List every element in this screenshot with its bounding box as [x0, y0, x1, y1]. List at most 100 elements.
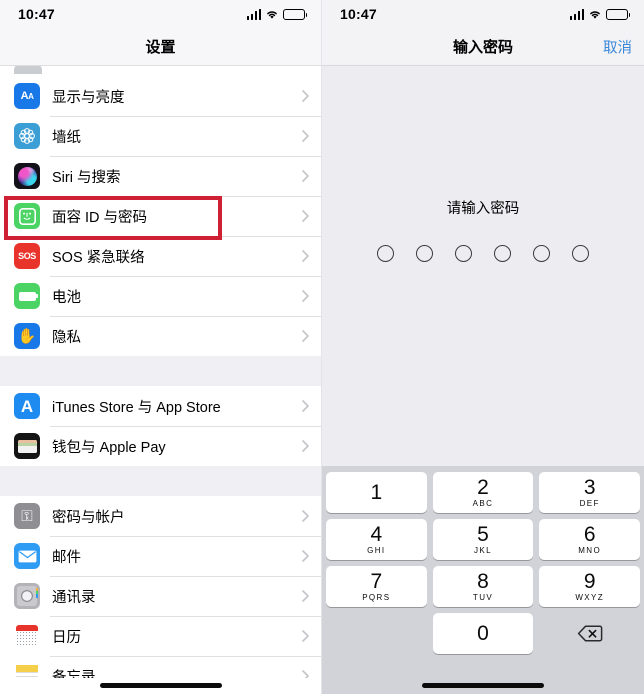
- sidebar-item-display-brightness[interactable]: AA 显示与亮度: [0, 76, 321, 116]
- sidebar-item-mail[interactable]: 邮件: [0, 536, 321, 576]
- group-divider: [0, 466, 321, 496]
- key-4[interactable]: 4 GHI: [326, 519, 427, 560]
- settings-list[interactable]: AA 显示与亮度 墙纸 Siri 与搜索 面容 ID 与密码 SOS SOS 紧…: [0, 66, 321, 694]
- chevron-right-icon: [302, 170, 309, 182]
- group-divider: [0, 356, 321, 386]
- siri-icon: [14, 163, 40, 189]
- chevron-right-icon: [302, 250, 309, 262]
- contacts-icon: [14, 583, 40, 609]
- key-letters: PQRS: [362, 593, 391, 602]
- battery-settings-icon: [14, 283, 40, 309]
- sidebar-item-label: 墙纸: [52, 129, 81, 146]
- passcode-dot: [377, 245, 394, 262]
- sidebar-item-passwords-accounts[interactable]: ⚿ 密码与帐户: [0, 496, 321, 536]
- chevron-right-icon: [302, 590, 309, 602]
- sidebar-item-label: 通讯录: [52, 589, 96, 606]
- dual-screenshot-container: 10:47 设置 A A 显示与亮度 墙纸 Siri 与搜索 面容 ID 与密码…: [0, 0, 644, 694]
- sidebar-item-label: 邮件: [52, 549, 81, 566]
- key-8[interactable]: 8 TUV: [432, 566, 534, 607]
- sidebar-item-emergency-sos[interactable]: SOS SOS 紧急联络: [0, 236, 321, 276]
- sidebar-item-label: Siri 与搜索: [52, 169, 121, 186]
- key-5[interactable]: 5 JKL: [432, 519, 534, 560]
- status-bar-indicators: [246, 8, 308, 20]
- sidebar-item-privacy[interactable]: ✋ 隐私: [0, 316, 321, 356]
- key-number: 1: [370, 481, 383, 504]
- passcode-dot: [455, 245, 472, 262]
- sidebar-item-label: 显示与亮度: [52, 89, 125, 106]
- key-number: 8: [477, 570, 489, 593]
- passcode-dot: [494, 245, 511, 262]
- sidebar-item-calendar[interactable]: 日历: [0, 616, 321, 656]
- wallpaper-icon: [14, 123, 40, 149]
- sidebar-item-face-id-passcode[interactable]: 面容 ID 与密码: [0, 196, 321, 236]
- keypad-row: 0: [326, 613, 640, 654]
- key-number: 9: [583, 570, 596, 593]
- key-number: 5: [477, 523, 489, 546]
- passcode-dot: [572, 245, 589, 262]
- sidebar-item-contacts[interactable]: 通讯录: [0, 576, 321, 616]
- settings-group-1: AA 显示与亮度 墙纸 Siri 与搜索 面容 ID 与密码 SOS SOS 紧…: [0, 76, 321, 356]
- sidebar-item-label: 电池: [52, 289, 81, 306]
- settings-group-2: A iTunes Store 与 App Store 钱包与 Apple Pay: [0, 386, 321, 466]
- status-bar-time: 10:47: [340, 6, 377, 22]
- sidebar-item-label: SOS 紧急联络: [52, 249, 145, 266]
- key-9[interactable]: 9 WXYZ: [539, 566, 641, 607]
- sidebar-item-label: 密码与帐户: [52, 509, 125, 526]
- chevron-right-icon: [302, 130, 309, 142]
- sidebar-item-label: 面容 ID 与密码: [52, 209, 148, 226]
- key-7[interactable]: 7 PQRS: [326, 566, 427, 607]
- keypad-blank-slot: [326, 613, 427, 654]
- sidebar-item-wallet-apple-pay[interactable]: 钱包与 Apple Pay: [0, 426, 321, 466]
- cancel-button[interactable]: 取消: [603, 36, 632, 57]
- chevron-right-icon: [302, 210, 309, 222]
- face-id-icon: [14, 203, 40, 229]
- chevron-right-icon: [302, 510, 309, 522]
- calendar-icon: [14, 623, 40, 649]
- settings-navbar: 设置: [0, 28, 321, 66]
- key-number: 3: [583, 476, 596, 499]
- status-bar-time: 10:47: [18, 6, 55, 22]
- sidebar-item-wallpaper[interactable]: 墙纸: [0, 116, 321, 156]
- key-2[interactable]: 2 ABC: [432, 472, 534, 513]
- sidebar-item-label: 日历: [52, 629, 81, 646]
- status-bar: 10:47: [0, 0, 321, 28]
- keypad-row: 4 GHI 5 JKL 6 MNO: [326, 519, 641, 560]
- key-letters: ABC: [472, 499, 494, 508]
- sidebar-item-itunes-app-store[interactable]: A iTunes Store 与 App Store: [0, 386, 321, 426]
- key-letters: DEF: [579, 499, 600, 508]
- delete-backward-icon[interactable]: [539, 613, 640, 654]
- key-number: 7: [370, 570, 383, 593]
- key-icon: ⚿: [14, 503, 40, 529]
- keypad-row: 7 PQRS 8 TUV 9 WXYZ: [326, 566, 641, 607]
- passcode-entry-screen: 10:47 输入密码 取消 请输入密码 1 2 ABC 3 DEF 4 GHI …: [322, 0, 644, 694]
- chevron-right-icon: [302, 90, 309, 102]
- chevron-right-icon: [302, 440, 309, 452]
- key-number: 0: [477, 622, 489, 645]
- sidebar-item-label: iTunes Store 与 App Store: [52, 399, 221, 416]
- app-store-icon: A: [14, 393, 40, 419]
- sidebar-item-battery[interactable]: 电池: [0, 276, 321, 316]
- key-letters: TUV: [472, 593, 494, 602]
- key-6[interactable]: 6 MNO: [539, 519, 641, 560]
- passcode-dot: [533, 245, 550, 262]
- key-3[interactable]: 3 DEF: [539, 472, 641, 513]
- numeric-keypad: 1 2 ABC 3 DEF 4 GHI 5 JKL 6 MNO 7 PQRS 8…: [322, 466, 644, 694]
- passcode-body: 请输入密码 1 2 ABC 3 DEF 4 GHI 5 JKL 6 MNO 7 …: [322, 66, 644, 694]
- key-number: 4: [370, 523, 383, 546]
- key-1[interactable]: 1: [326, 472, 427, 513]
- wifi-icon: [588, 9, 602, 20]
- key-letters: JKL: [474, 546, 492, 555]
- sidebar-item-label: 钱包与 Apple Pay: [52, 439, 166, 456]
- keypad-row: 1 2 ABC 3 DEF: [326, 472, 641, 513]
- key-number: 2: [477, 476, 489, 499]
- signal-icon: [246, 8, 261, 20]
- sidebar-item-siri-search[interactable]: Siri 与搜索: [0, 156, 321, 196]
- wallet-icon: [14, 433, 40, 459]
- chevron-right-icon: [302, 630, 309, 642]
- home-indicator: [99, 683, 222, 688]
- settings-group-3: ⚿ 密码与帐户 邮件 通讯录 日历: [0, 496, 321, 694]
- key-letters: GHI: [367, 546, 386, 555]
- key-0[interactable]: 0: [432, 613, 534, 654]
- key-letters: MNO: [578, 546, 602, 555]
- sidebar-item-label: 隐私: [52, 329, 81, 346]
